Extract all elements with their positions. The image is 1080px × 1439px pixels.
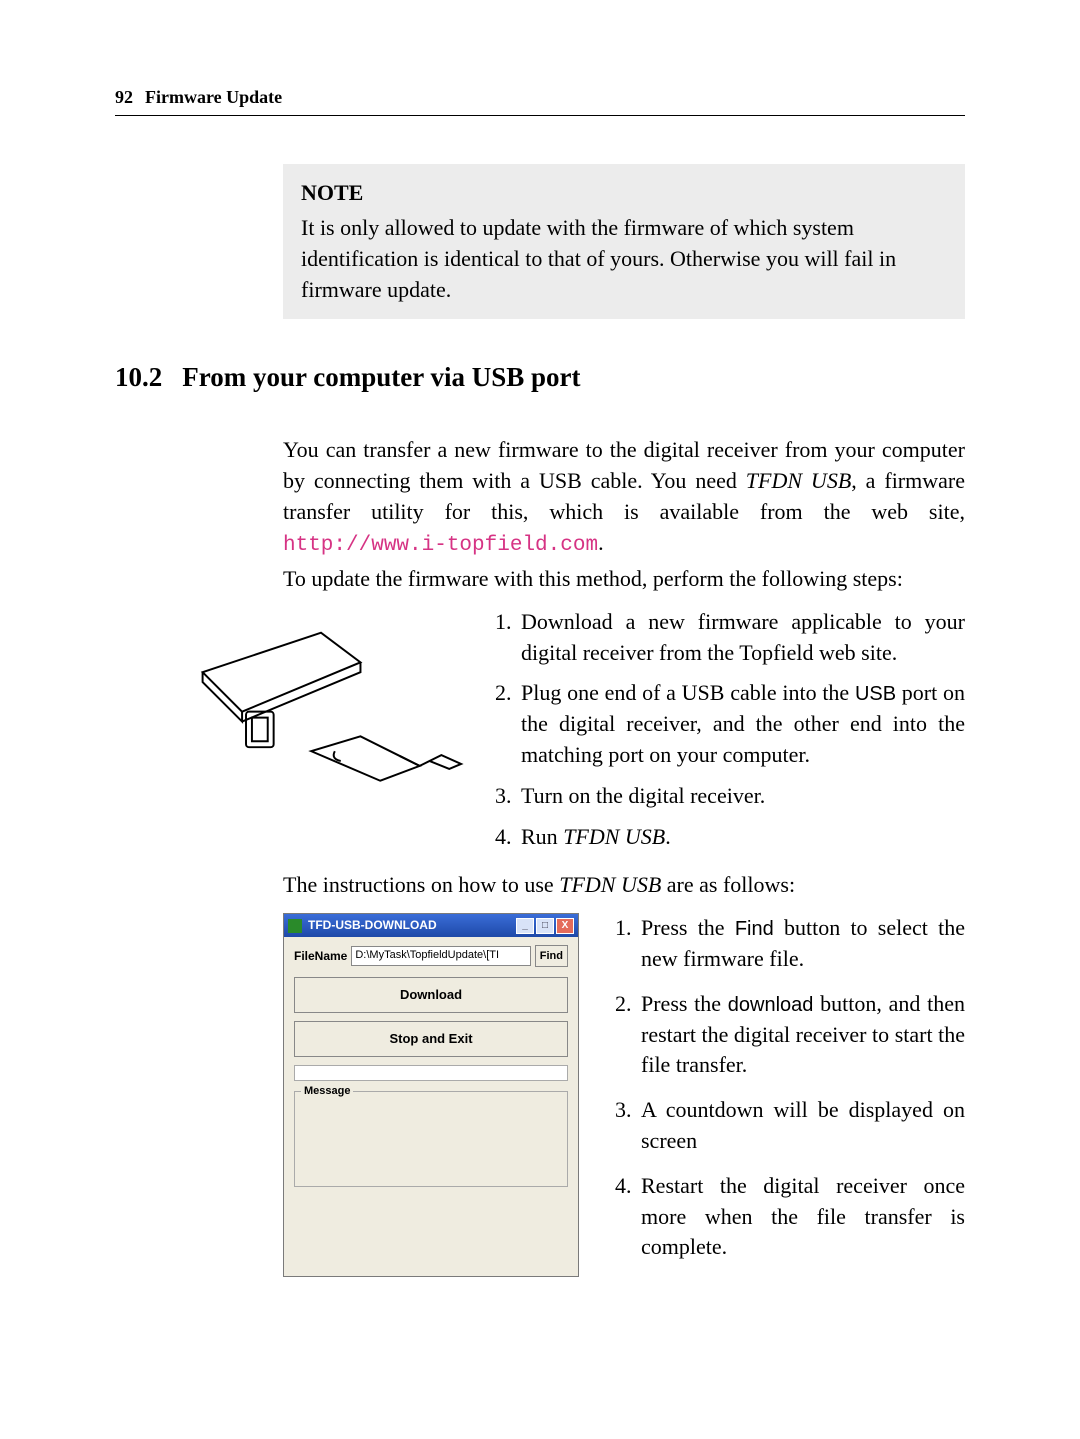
message-group: Message bbox=[294, 1091, 568, 1187]
topfield-url[interactable]: http://www.i-topfield.com bbox=[283, 534, 598, 557]
usb-card-illustration bbox=[173, 607, 469, 863]
find-button[interactable]: Find bbox=[535, 945, 568, 967]
download-label: download bbox=[728, 994, 814, 1016]
step-b-1: Press the Find button to select the new … bbox=[637, 913, 965, 975]
tfdn-usb-name: TFDN USB bbox=[746, 468, 851, 493]
window-title: TFD-USB-DOWNLOAD bbox=[308, 917, 437, 934]
section-number: 10.2 bbox=[115, 359, 162, 397]
header-title: Firmware Update bbox=[145, 85, 282, 110]
usb-port-label: USB bbox=[855, 683, 896, 705]
section-heading: 10.2 From your computer via USB port bbox=[115, 359, 965, 397]
step-a-4: Run TFDN USB. bbox=[517, 822, 965, 853]
note-label: NOTE bbox=[301, 178, 947, 209]
window-titlebar[interactable]: TFD-USB-DOWNLOAD _ □ X bbox=[284, 914, 578, 937]
close-button[interactable]: X bbox=[556, 918, 574, 934]
page-number: 92 bbox=[115, 85, 133, 110]
filename-input[interactable]: D:\MyTask\TopfieldUpdate\[TI bbox=[351, 946, 530, 966]
app-icon bbox=[288, 919, 302, 933]
steps-list-a: Download a new firmware applicable to yo… bbox=[489, 607, 965, 863]
tfdn-usb-name: TFDN USB bbox=[563, 824, 665, 849]
step-b-3: A countdown will be displayed on screen bbox=[637, 1095, 965, 1157]
find-label: Find bbox=[735, 918, 774, 940]
maximize-button[interactable]: □ bbox=[536, 918, 554, 934]
intro-paragraph-1: You can transfer a new firmware to the d… bbox=[283, 435, 965, 560]
mid-paragraph: The instructions on how to use TFDN USB … bbox=[283, 870, 965, 901]
note-box: NOTE It is only allowed to update with t… bbox=[283, 164, 965, 319]
step-a-2: Plug one end of a USB cable into the USB… bbox=[517, 678, 965, 770]
intro-paragraph-2: To update the firmware with this method,… bbox=[283, 564, 965, 595]
progress-bar bbox=[294, 1065, 568, 1081]
page-header: 92 Firmware Update bbox=[115, 85, 965, 116]
step-a-1: Download a new firmware applicable to yo… bbox=[517, 607, 965, 669]
tfd-usb-download-window: TFD-USB-DOWNLOAD _ □ X FileName D:\MyTas… bbox=[283, 913, 579, 1277]
minimize-button[interactable]: _ bbox=[516, 918, 534, 934]
step-b-2: Press the download button, and then rest… bbox=[637, 989, 965, 1081]
download-button[interactable]: Download bbox=[294, 977, 568, 1013]
stop-and-exit-button[interactable]: Stop and Exit bbox=[294, 1021, 568, 1057]
note-body: It is only allowed to update with the fi… bbox=[301, 213, 947, 305]
steps-list-b: Press the Find button to select the new … bbox=[607, 913, 965, 1277]
filename-label: FileName bbox=[294, 948, 347, 965]
message-label: Message bbox=[301, 1084, 353, 1099]
step-a-3: Turn on the digital receiver. bbox=[517, 781, 965, 812]
step-b-4: Restart the digital receiver once more w… bbox=[637, 1171, 965, 1263]
card-cable-icon bbox=[173, 613, 469, 810]
tfdn-usb-name: TFDN USB bbox=[559, 872, 661, 897]
section-title: From your computer via USB port bbox=[182, 359, 580, 397]
